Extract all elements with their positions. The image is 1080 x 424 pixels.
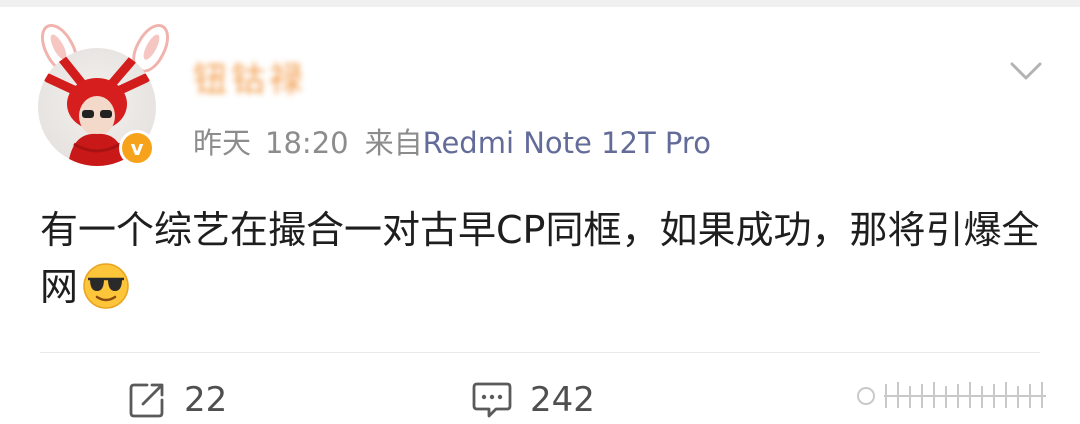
chevron-down-icon[interactable] xyxy=(1009,60,1043,82)
post-date: 昨天 xyxy=(193,126,252,160)
username-redaction xyxy=(323,70,523,96)
post-meta: 昨天 18:20 来自Redmi Note 12T Pro xyxy=(193,120,711,162)
comment-count: 242 xyxy=(530,380,595,420)
post-body-text: 有一个综艺在撮合一对古早CP同框，如果成功，那将引爆全网 xyxy=(40,208,1040,309)
username[interactable]: 钮钴禄 xyxy=(193,58,523,102)
post-source-device[interactable]: Redmi Note 12T Pro xyxy=(423,126,711,160)
sunglasses-emoji-icon xyxy=(83,263,129,309)
top-separator-band xyxy=(0,0,1080,7)
repost-count: 22 xyxy=(184,380,228,420)
comment-icon xyxy=(472,382,512,418)
post-time: 18:20 xyxy=(265,126,349,160)
post-source-label: 来自 xyxy=(364,126,423,160)
watermark-logo xyxy=(736,372,1060,416)
avatar-frame[interactable]: v xyxy=(32,18,177,172)
comment-button[interactable]: 242 xyxy=(472,378,595,422)
verified-badge-icon: v xyxy=(119,130,155,166)
divider xyxy=(40,352,1040,353)
repost-icon xyxy=(129,383,164,418)
repost-button[interactable]: 22 xyxy=(128,378,227,422)
post-body: 有一个综艺在撮合一对古早CP同框，如果成功，那将引爆全网 xyxy=(40,202,1045,316)
